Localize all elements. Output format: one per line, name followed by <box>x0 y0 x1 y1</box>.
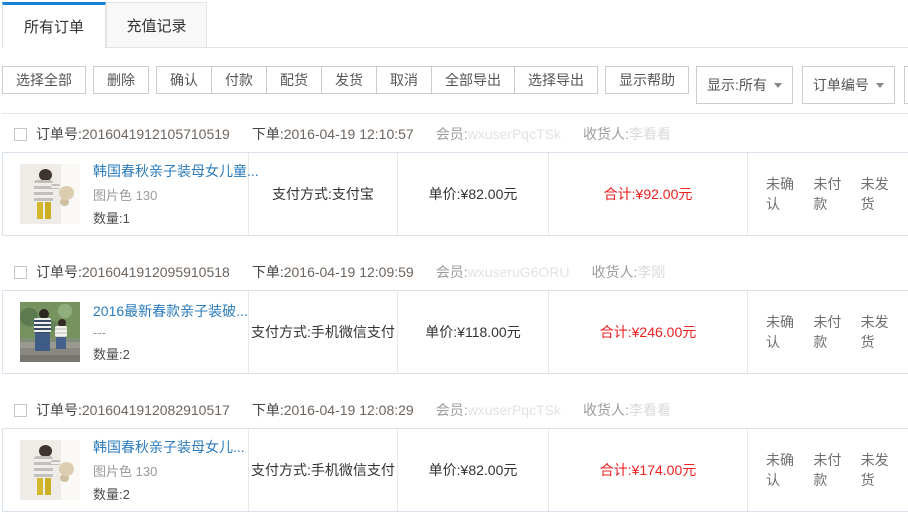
export-selected-button[interactable]: 选择导出 <box>514 66 598 94</box>
chevron-down-icon <box>774 83 782 88</box>
order-placed-time: 下单:2016-04-19 12:10:57 <box>252 124 414 144</box>
search-type-dropdown[interactable]: 订单编号 <box>802 66 895 104</box>
order-detail-row: 韩国春秋亲子装母女儿童... 图片色 130 数量:1 支付方式:支付宝 单价:… <box>2 152 908 236</box>
delete-button[interactable]: 删除 <box>93 66 149 94</box>
status-unconfirmed[interactable]: 未确认 <box>766 174 794 214</box>
allocate-button[interactable]: 配货 <box>266 66 321 94</box>
total-price-cell: 合计:¥246.00元 <box>549 291 748 373</box>
pay-button[interactable]: 付款 <box>211 66 266 94</box>
product-cell: 2016最新春款亲子装破... --- 数量:2 <box>3 291 249 373</box>
payment-method-cell: 支付方式:手机微信支付 <box>249 291 398 373</box>
product-cell: 韩国春秋亲子装母女儿... 图片色 130 数量:2 <box>3 429 249 511</box>
status-unshipped[interactable]: 未发货 <box>861 312 889 352</box>
show-help-button[interactable]: 显示帮助 <box>605 66 689 94</box>
search-type-label: 订单编号 <box>813 75 869 95</box>
tab-bar: 所有订单 充值记录 <box>2 0 908 48</box>
decor-shape <box>59 462 74 476</box>
product-info: 韩国春秋亲子装母女儿童... 图片色 130 数量:1 <box>93 161 248 227</box>
order-detail-row: 韩国春秋亲子装母女儿... 图片色 130 数量:2 支付方式:手机微信支付 单… <box>2 428 908 512</box>
product-color: 图片色 130 <box>93 185 248 204</box>
product-info: 韩国春秋亲子装母女儿... 图片色 130 数量:2 <box>93 437 245 503</box>
toolbar: 选择全部 删除 确认 付款 配货 发货 取消 全部导出 选择导出 显示帮助 显示… <box>2 66 908 114</box>
status-cell: 未确认 未付款 未发货 <box>748 429 908 511</box>
order-number: 订单号:2016041912082910517 <box>36 400 230 420</box>
order-member: 会员:wxuseruG6ORU <box>436 262 570 282</box>
product-title-link[interactable]: 韩国春秋亲子装母女儿童... <box>93 161 248 181</box>
status-unpaid[interactable]: 未付款 <box>813 450 841 490</box>
order-receiver: 收货人:李刚 <box>592 262 666 282</box>
show-filter-label: 显示:所有 <box>707 75 767 95</box>
confirm-button[interactable]: 确认 <box>156 66 211 94</box>
total-price-cell: 合计:¥92.00元 <box>549 153 748 235</box>
product-image[interactable] <box>20 440 80 500</box>
order-header: 订单号:2016041912105710519 下单:2016-04-19 12… <box>2 116 908 152</box>
tab-recharge-records[interactable]: 充值记录 <box>106 2 207 47</box>
show-filter-dropdown[interactable]: 显示:所有 <box>696 66 793 104</box>
order-header: 订单号:2016041912095910518 下单:2016-04-19 12… <box>2 254 908 290</box>
order-block: 订单号:2016041912082910517 下单:2016-04-19 12… <box>2 392 908 512</box>
status-unpaid[interactable]: 未付款 <box>813 312 841 352</box>
ship-button[interactable]: 发货 <box>321 66 376 94</box>
status-unconfirmed[interactable]: 未确认 <box>766 450 794 490</box>
tab-all-orders[interactable]: 所有订单 <box>2 2 106 48</box>
order-admin-page: 所有订单 充值记录 选择全部 删除 确认 付款 配货 发货 取消 全部导出 选择… <box>0 0 908 512</box>
order-checkbox[interactable] <box>14 404 27 417</box>
payment-method-cell: 支付方式:手机微信支付 <box>249 429 398 511</box>
status-unconfirmed[interactable]: 未确认 <box>766 312 794 352</box>
product-image[interactable] <box>20 302 80 362</box>
unit-price-cell: 单价:¥118.00元 <box>398 291 549 373</box>
order-receiver: 收货人:李看看 <box>583 124 671 144</box>
order-placed-time: 下单:2016-04-19 12:08:29 <box>252 400 414 420</box>
product-color: --- <box>93 325 248 340</box>
product-info: 2016最新春款亲子装破... --- 数量:2 <box>93 301 248 363</box>
order-number: 订单号:2016041912105710519 <box>36 124 230 144</box>
search-input[interactable] <box>904 66 908 104</box>
payment-method-cell: 支付方式:支付宝 <box>249 153 398 235</box>
status-cell: 未确认 未付款 未发货 <box>748 291 908 373</box>
unit-price-cell: 单价:¥82.00元 <box>398 153 549 235</box>
order-block: 订单号:2016041912105710519 下单:2016-04-19 12… <box>2 116 908 236</box>
product-color: 图片色 130 <box>93 461 245 480</box>
cancel-button[interactable]: 取消 <box>376 66 431 94</box>
order-header: 订单号:2016041912082910517 下单:2016-04-19 12… <box>2 392 908 428</box>
product-title-link[interactable]: 2016最新春款亲子装破... <box>93 301 248 321</box>
order-placed-time: 下单:2016-04-19 12:09:59 <box>252 262 414 282</box>
chevron-down-icon <box>876 83 884 88</box>
product-quantity: 数量:1 <box>93 208 248 227</box>
product-cell: 韩国春秋亲子装母女儿童... 图片色 130 数量:1 <box>3 153 249 235</box>
status-unshipped[interactable]: 未发货 <box>861 174 889 214</box>
product-quantity: 数量:2 <box>93 484 245 503</box>
order-detail-row: 2016最新春款亲子装破... --- 数量:2 支付方式:手机微信支付 单价:… <box>2 290 908 374</box>
order-block: 订单号:2016041912095910518 下单:2016-04-19 12… <box>2 254 908 374</box>
total-price-cell: 合计:¥174.00元 <box>549 429 748 511</box>
order-checkbox[interactable] <box>14 128 27 141</box>
action-button-group: 确认 付款 配货 发货 取消 全部导出 选择导出 <box>156 66 598 94</box>
status-unshipped[interactable]: 未发货 <box>861 450 889 490</box>
select-all-button[interactable]: 选择全部 <box>2 66 86 94</box>
export-all-button[interactable]: 全部导出 <box>431 66 514 94</box>
orders-list: 订单号:2016041912105710519 下单:2016-04-19 12… <box>2 114 908 512</box>
product-image[interactable] <box>20 164 80 224</box>
order-receiver: 收货人:李看看 <box>583 400 671 420</box>
product-title-link[interactable]: 韩国春秋亲子装母女儿... <box>93 437 245 457</box>
decor-shape <box>59 186 74 200</box>
order-number: 订单号:2016041912095910518 <box>36 262 230 282</box>
product-quantity: 数量:2 <box>93 344 248 363</box>
order-checkbox[interactable] <box>14 266 27 279</box>
order-member: 会员:wxuserPqcTSk <box>436 400 561 420</box>
status-cell: 未确认 未付款 未发货 <box>748 153 908 235</box>
unit-price-cell: 单价:¥82.00元 <box>398 429 549 511</box>
order-member: 会员:wxuserPqcTSk <box>436 124 561 144</box>
status-unpaid[interactable]: 未付款 <box>813 174 841 214</box>
